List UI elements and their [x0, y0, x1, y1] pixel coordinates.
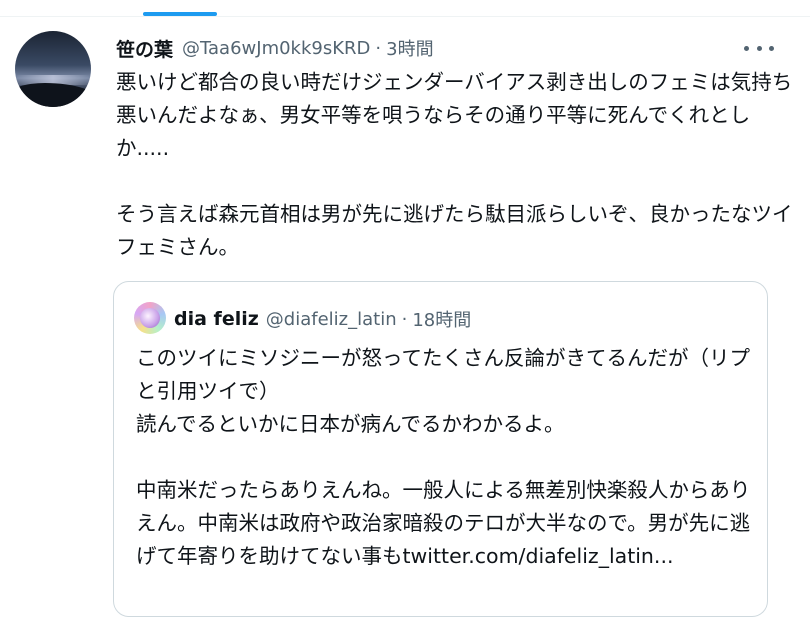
more-dot: [744, 45, 749, 51]
more-horizontal-icon[interactable]: [744, 38, 774, 58]
quote-avatar: [134, 302, 166, 334]
quoted-tweet-card[interactable]: dia feliz @diafeliz_latin · 18時間 このツイにミソ…: [113, 281, 768, 617]
more-dot: [756, 45, 762, 51]
quote-display-name: dia feliz: [174, 308, 259, 330]
timestamp[interactable]: 3時間: [386, 35, 433, 61]
tweet-text: 悪いけど都合の良い時だけジェンダーバイアス剥き出しのフェミは気持ち悪いんだよなぁ…: [116, 70, 793, 259]
quote-avatar-inner: [140, 308, 160, 328]
avatar-land: [15, 83, 91, 107]
avatar[interactable]: [15, 31, 91, 107]
quote-user-handle: @diafeliz_latin: [265, 308, 397, 330]
more-dot: [769, 45, 774, 51]
quote-header: dia feliz @diafeliz_latin · 18時間: [174, 304, 471, 334]
quote-text: このツイにミソジニーが怒ってたくさん反論がきてるんだが（リプと引用ツイで） 読ん…: [136, 346, 751, 568]
quote-timestamp: 18時間: [412, 310, 472, 331]
user-handle[interactable]: @Taa6wJm0kk9sKRD: [182, 38, 370, 59]
display-name[interactable]: 笹の葉: [116, 35, 173, 62]
top-divider: [0, 16, 810, 17]
tweet-header: 笹の葉 @Taa6wJm0kk9sKRD · 3時間: [116, 34, 434, 62]
quote-separator-dot: ·: [401, 308, 408, 330]
separator-dot: ·: [375, 37, 382, 59]
